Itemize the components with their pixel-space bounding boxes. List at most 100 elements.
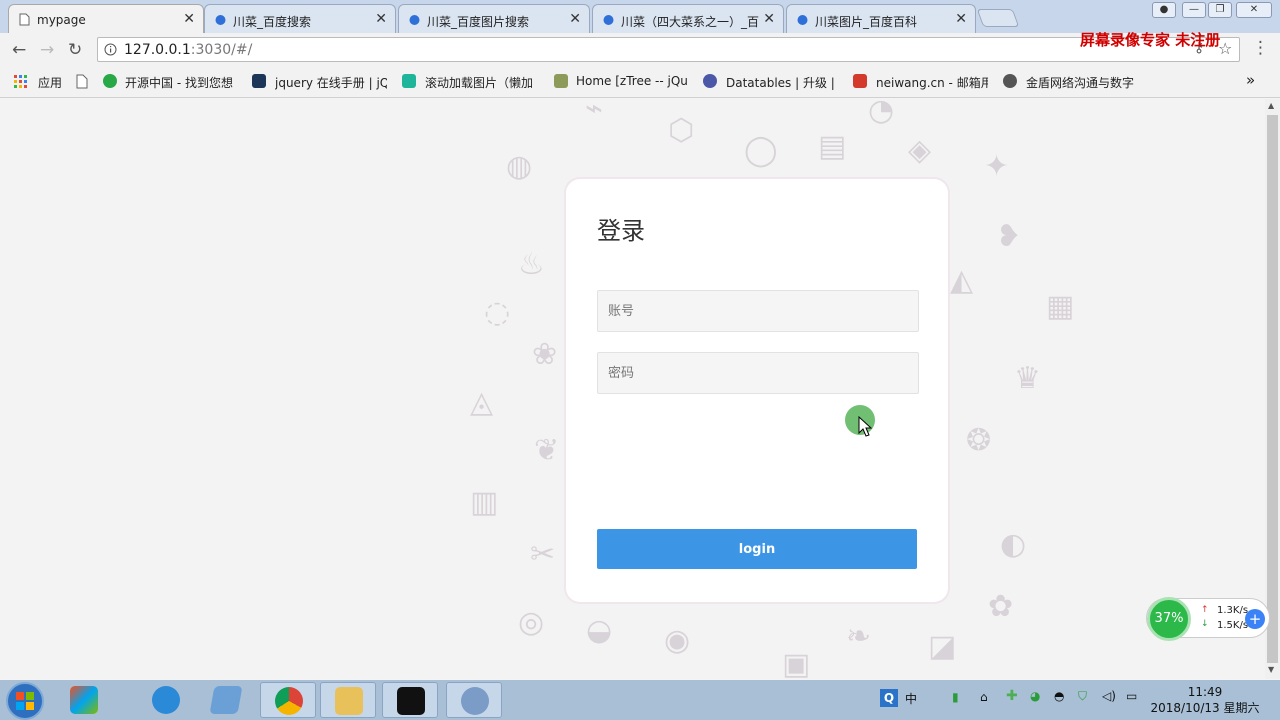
tab-baidu-baike[interactable]: 川菜（四大菜系之一）_百 ✕ [592, 4, 784, 33]
ztree-icon [554, 74, 568, 88]
maximize-button[interactable]: ❐ [1208, 2, 1232, 18]
password-input[interactable] [597, 352, 919, 394]
user-icon[interactable]: ● [1152, 2, 1176, 18]
tab-baike-image[interactable]: 川菜图片_百度百科 ✕ [786, 4, 976, 33]
volume-icon[interactable]: ◁) [1102, 689, 1116, 703]
search-q-icon[interactable]: Q [880, 689, 898, 707]
new-tab-button[interactable] [976, 9, 1020, 27]
download-arrow-icon: ↓ [1201, 619, 1209, 629]
bookmark-ztree[interactable]: Home [zTree -- jQu [576, 74, 688, 88]
oschina-icon [103, 74, 117, 88]
cabbage-doodle-icon: ❀ [532, 337, 558, 372]
tab-label: 川菜（四大菜系之一）_百 [621, 15, 760, 29]
tab-mypage[interactable]: mypage ✕ [8, 4, 204, 33]
wechat-icon[interactable]: ◕ [1030, 689, 1040, 703]
download-speed: 1.5K/s [1217, 620, 1249, 631]
network-monitor[interactable]: 37% ↑ 1.3K/s ↓ 1.5K/s + [1146, 597, 1270, 641]
terminal-icon [397, 687, 425, 715]
minimize-button[interactable]: — [1182, 2, 1206, 18]
plus-tray-icon[interactable]: ✚ [1006, 688, 1018, 704]
taskbar-recorder[interactable] [446, 682, 502, 718]
cookie-doodle-icon: ❂ [966, 423, 992, 458]
bookmark-jquery[interactable]: jquery 在线手册 | jQ [275, 74, 387, 91]
page-icon[interactable] [76, 74, 88, 89]
tab-label: 川菜_百度搜索 [233, 15, 312, 29]
reload-icon[interactable]: ↻ [68, 40, 82, 60]
jar-doodle-icon: ▣ [782, 647, 811, 679]
scrollbar-thumb[interactable] [1267, 115, 1278, 663]
baidu-icon [215, 15, 226, 25]
bookmark-apps[interactable]: 应用 [38, 74, 62, 91]
pot-doodle-icon: ◭ [950, 263, 974, 298]
address-bar[interactable]: 127.0.0.1:3030/#/ ⚷ ☆ [97, 37, 1240, 62]
media-icon [70, 686, 98, 714]
battery-icon[interactable]: ▮ [952, 690, 959, 704]
tab-baidu-search[interactable]: 川菜_百度搜索 ✕ [204, 4, 396, 33]
plate-doodle-icon: ◉ [664, 623, 691, 658]
pear-doodle-icon: ◐ [1000, 527, 1027, 562]
close-icon[interactable]: ✕ [955, 11, 967, 27]
apple-doodle-icon: ◯ [744, 133, 778, 168]
login-card: 登录 login [566, 179, 948, 602]
chef-hat-doodle-icon: ♛ [1014, 361, 1041, 396]
system-clock[interactable]: 11:49 2018/10/13 星期六 [1150, 684, 1260, 716]
watermelon-doodle-icon: ◒ [586, 613, 613, 648]
url-path: :3030/#/ [190, 42, 253, 58]
baidu-icon [603, 15, 614, 25]
qq-icon[interactable]: ◓ [1054, 689, 1064, 703]
clock-time: 11:49 [1187, 685, 1223, 699]
account-input[interactable] [597, 290, 919, 332]
mail-icon [853, 74, 867, 88]
cheese-doodle-icon: ◬ [470, 385, 494, 420]
tab-label: mypage [37, 13, 86, 27]
taskbar-explorer[interactable] [320, 682, 376, 718]
ie-icon [152, 686, 180, 714]
close-icon[interactable]: ✕ [183, 11, 195, 27]
bookmark-datatables[interactable]: Datatables | 升级 | 1 [726, 74, 838, 91]
plus-icon[interactable]: + [1245, 609, 1265, 629]
login-title: 登录 [597, 217, 645, 245]
bread-doodle-icon: ▦ [1046, 289, 1075, 324]
ime-indicator[interactable]: 中 [905, 690, 917, 707]
candy-doodle-icon: ✦ [984, 149, 1010, 184]
login-button[interactable]: login [597, 529, 917, 569]
start-button[interactable] [6, 682, 44, 720]
tab-baidu-image[interactable]: 川菜_百度图片搜索 ✕ [398, 4, 590, 33]
network-tray-icon[interactable]: ⌂ [980, 690, 988, 704]
scroll-up-icon[interactable]: ▲ [1268, 101, 1274, 110]
close-icon[interactable]: ✕ [569, 11, 581, 27]
bookmark-oschina[interactable]: 开源中国 - 找到您想 [125, 74, 240, 91]
forward-icon[interactable]: → [40, 40, 54, 60]
info-icon[interactable] [104, 43, 117, 56]
bookmark-lazyload[interactable]: 滚动加载图片（懒加 [425, 74, 540, 91]
fried-egg-doodle-icon: ✿ [988, 589, 1014, 624]
windows-taskbar: Q 中 ▮ ⌂ ✚ ◕ ◓ ⛉ ◁) ▭ 11:49 2018/10/13 星期… [0, 680, 1280, 720]
taskbar-chrome[interactable] [260, 682, 316, 718]
close-window-button[interactable]: ✕ [1236, 2, 1272, 18]
recorder-icon [461, 687, 489, 715]
bookmark-jindun[interactable]: 金盾网络沟通与数字 [1026, 74, 1138, 91]
display-icon[interactable]: ▭ [1126, 689, 1137, 703]
baidu-icon [409, 15, 420, 25]
jindun-icon [1003, 74, 1017, 88]
leaf-doodle-icon: ❦ [534, 433, 560, 468]
taskbar-cmd[interactable] [382, 682, 438, 718]
shield-icon[interactable]: ⛉ [1078, 689, 1087, 704]
taskbar-media-center[interactable] [56, 682, 112, 718]
taskbar-notes[interactable] [198, 682, 254, 718]
menu-icon[interactable]: ⋮ [1252, 38, 1269, 58]
tab-label: 川菜图片_百度百科 [815, 15, 918, 29]
bookmark-neiwang[interactable]: neiwang.cn - 邮箱用 [876, 74, 988, 91]
bookmarks-more[interactable]: » [1246, 71, 1255, 89]
taskbar-ie[interactable] [138, 682, 194, 718]
scroll-down-icon[interactable]: ▼ [1268, 665, 1274, 674]
apps-icon[interactable] [14, 75, 28, 89]
upload-arrow-icon: ↑ [1201, 605, 1209, 615]
datatables-icon [703, 74, 717, 88]
back-icon[interactable]: ← [12, 40, 26, 60]
lazyload-icon [402, 74, 416, 88]
close-icon[interactable]: ✕ [375, 11, 387, 27]
close-icon[interactable]: ✕ [763, 11, 775, 27]
page-scrollbar[interactable]: ▲ ▼ [1265, 99, 1280, 679]
page-icon [19, 13, 30, 26]
